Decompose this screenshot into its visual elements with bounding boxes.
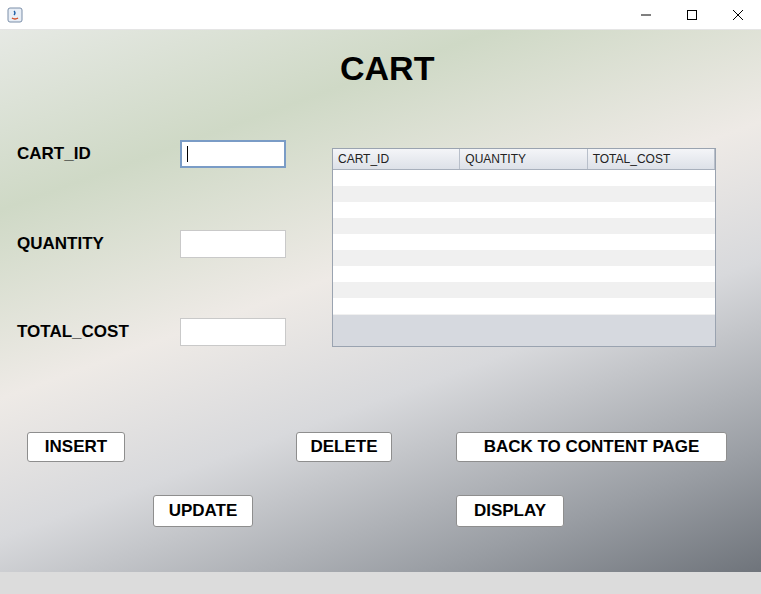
column-header[interactable]: TOTAL_COST bbox=[588, 149, 715, 169]
field-label: QUANTITY bbox=[17, 230, 180, 258]
form-row: QUANTITY bbox=[17, 230, 286, 258]
form-area: CART_IDQUANTITYTOTAL_COSTCART_IDQUANTITY… bbox=[0, 140, 761, 347]
maximize-button[interactable] bbox=[669, 0, 715, 29]
table-header: CART_IDQUANTITYTOTAL_COST bbox=[333, 149, 715, 170]
cart-panel: CARTCART_IDQUANTITYTOTAL_COSTCART_IDQUAN… bbox=[0, 30, 761, 572]
action-button[interactable]: BACK TO CONTENT PAGE bbox=[456, 432, 727, 462]
action-button[interactable]: DELETE bbox=[296, 432, 392, 462]
form-row: CART_ID bbox=[17, 140, 286, 168]
close-button[interactable] bbox=[715, 0, 761, 29]
title-bar bbox=[0, 0, 761, 30]
maximize-icon bbox=[687, 10, 697, 20]
page-heading: CART bbox=[0, 30, 761, 88]
text-field[interactable] bbox=[180, 140, 286, 168]
text-caret bbox=[187, 146, 188, 162]
form-row: TOTAL_COST bbox=[17, 318, 286, 346]
button-row: UPDATE DISPLAY bbox=[0, 495, 761, 527]
minimize-icon bbox=[641, 10, 651, 20]
app-window: CARTCART_IDQUANTITYTOTAL_COSTCART_IDQUAN… bbox=[0, 0, 761, 594]
action-button[interactable]: DISPLAY bbox=[456, 495, 564, 527]
java-icon bbox=[7, 7, 23, 23]
text-field[interactable] bbox=[180, 318, 286, 346]
field-label: TOTAL_COST bbox=[17, 318, 180, 346]
minimize-button[interactable] bbox=[623, 0, 669, 29]
field-label: CART_ID bbox=[17, 140, 180, 168]
column-header[interactable]: QUANTITY bbox=[460, 149, 587, 169]
action-button[interactable]: INSERT bbox=[27, 432, 125, 462]
form-fields: CART_ID QUANTITY TOTAL_COST bbox=[0, 140, 286, 347]
text-field[interactable] bbox=[180, 230, 286, 258]
bottom-strip bbox=[0, 572, 761, 594]
column-header[interactable]: CART_ID bbox=[333, 149, 460, 169]
table-body bbox=[333, 170, 715, 315]
action-button[interactable]: UPDATE bbox=[153, 495, 253, 527]
button-row: INSERT DELETE BACK TO CONTENT PAGE bbox=[0, 432, 761, 462]
cart-table: CART_IDQUANTITYTOTAL_COST bbox=[332, 148, 716, 347]
close-icon bbox=[733, 10, 743, 20]
